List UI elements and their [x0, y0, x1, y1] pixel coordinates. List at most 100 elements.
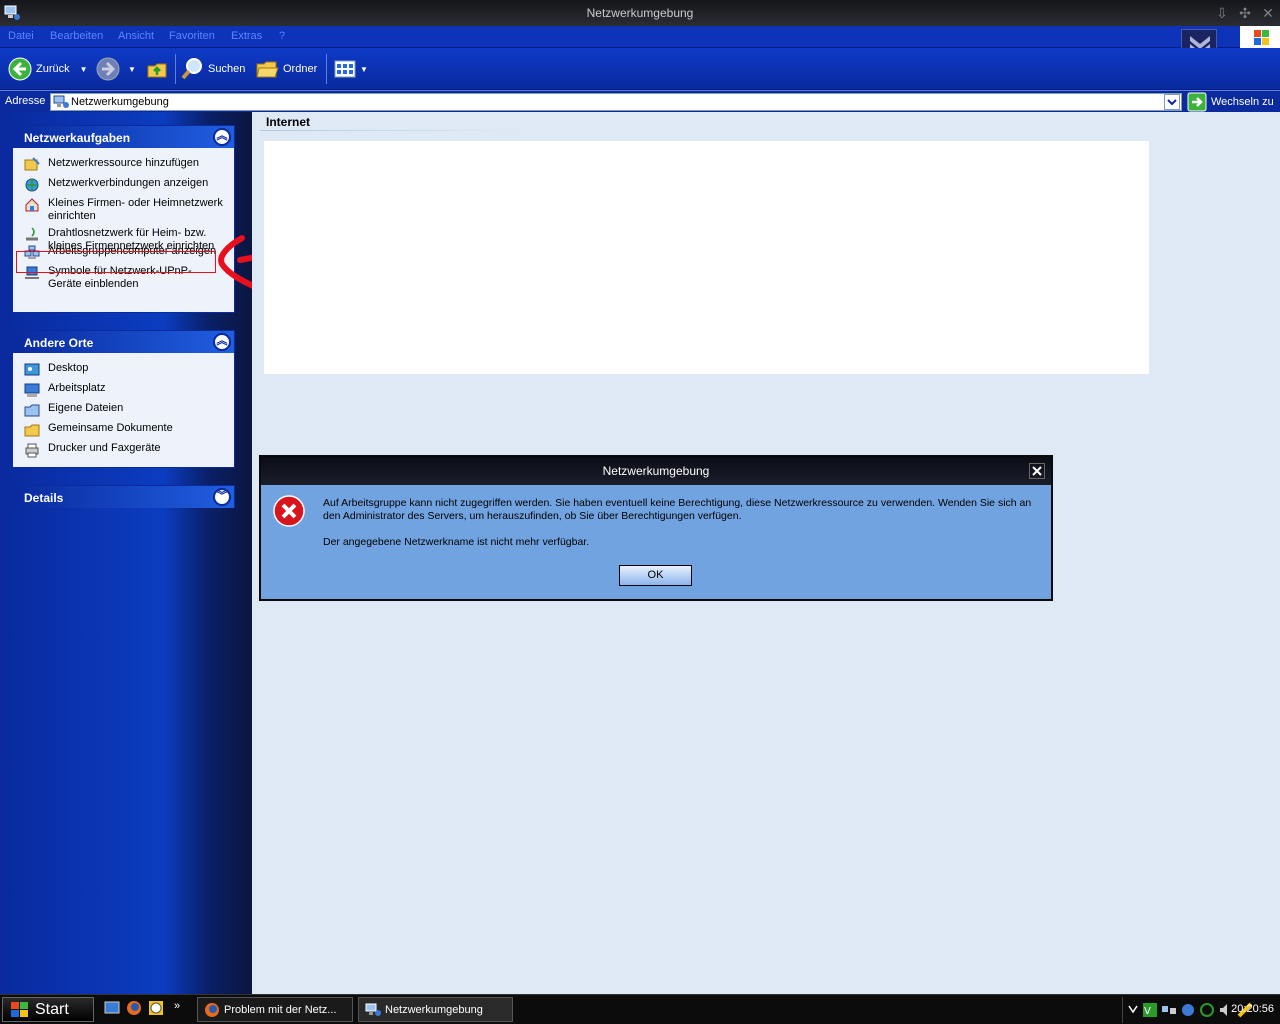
window-title: Netzwerkumgebung [586, 6, 694, 20]
details-title: Details [24, 491, 64, 505]
place-my-computer[interactable]: Arbeitsplatz [13, 382, 234, 402]
network-tasks-title: Netzwerkaufgaben [24, 131, 131, 145]
dialog-titlebar[interactable]: Netzwerkumgebung [261, 457, 1051, 485]
back-button[interactable]: Zurück ▼ [8, 56, 88, 82]
network-tasks-panel: Netzwerkaufgaben ︽ Netzwerkressource hin… [12, 125, 235, 313]
place-label: Drucker und Faxgeräte [48, 442, 161, 454]
close-button[interactable]: ✕ [1259, 4, 1277, 22]
place-label: Eigene Dateien [48, 402, 124, 414]
add-network-place-icon [24, 157, 40, 171]
address-input[interactable]: Netzwerkumgebung [50, 93, 1182, 111]
wireless-tray-icon[interactable] [1199, 1002, 1215, 1018]
up-folder-button[interactable] [146, 56, 168, 82]
address-label: Adresse [5, 95, 46, 107]
start-button[interactable]: Start [2, 997, 94, 1022]
group-title-internet: Internet [266, 115, 311, 129]
place-printers-faxes[interactable]: Drucker und Faxgeräte [13, 442, 234, 462]
task-setup-home-network[interactable]: Kleines Firmen- oder Heimnetzwerk einric… [13, 197, 225, 227]
menu-help[interactable]: ? [279, 30, 285, 42]
details-panel: Details ︾ [12, 485, 235, 508]
address-dropdown-button[interactable] [1164, 94, 1180, 110]
network-places-icon [53, 95, 69, 108]
minimize-icon: ⇩ [1216, 5, 1228, 21]
group-divider [260, 130, 520, 131]
shared-folder-icon [24, 424, 40, 437]
home-network-icon [25, 198, 39, 212]
folder-up-icon [147, 63, 167, 78]
network-tray-icon[interactable] [1161, 1002, 1177, 1018]
ok-button[interactable]: OK [619, 565, 692, 586]
collapse-up-icon[interactable]: ︽ [213, 333, 231, 351]
window-titlebar[interactable]: Netzwerkumgebung ⇩ ✣ ✕ [0, 0, 1280, 26]
maximize-button[interactable]: ✣ [1236, 4, 1254, 22]
go-label: Wechseln zu [1211, 96, 1274, 108]
quick-launch: » [104, 1000, 180, 1016]
other-places-title: Andere Orte [24, 336, 94, 350]
antivirus-icon[interactable]: V [1142, 1002, 1158, 1018]
forward-dropdown-icon[interactable]: ▼ [128, 65, 136, 74]
quick-launch-more-icon[interactable]: » [174, 1000, 180, 1016]
search-button[interactable]: Suchen [180, 56, 245, 82]
task-add-network-resource[interactable]: Netzwerkressource hinzufügen [13, 157, 234, 177]
views-button[interactable]: ▼ [334, 56, 368, 82]
task-view-network-connections[interactable]: Netzwerkverbindungen anzeigen [13, 177, 234, 197]
taskbar-item-firefox[interactable]: Problem mit der Netz... [197, 997, 353, 1022]
search-icon [181, 58, 202, 80]
disk-tray-icon[interactable] [1180, 1002, 1196, 1018]
folders-label: Ordner [283, 63, 318, 75]
folders-button[interactable]: Ordner [255, 56, 317, 82]
back-dropdown-icon[interactable]: ▼ [80, 65, 88, 74]
views-grid-icon [334, 60, 356, 78]
menu-ansicht[interactable]: Ansicht [118, 30, 154, 42]
address-bar: Adresse Netzwerkumgebung Wechseln zu [0, 90, 1280, 112]
tray-expand-icon[interactable] [1127, 1002, 1139, 1018]
menu-extras[interactable]: Extras [231, 30, 262, 42]
task-label: Kleines Firmen- oder Heimnetzwerk einric… [48, 197, 223, 222]
toolbar: Zurück ▼ ▼ Suchen Ordner ▼ [0, 48, 1280, 90]
clock-app-icon[interactable] [148, 1000, 164, 1016]
other-places-panel: Andere Orte ︽ Desktop Arbeitsplatz Eigen… [12, 330, 235, 468]
network-tasks-header[interactable]: Netzwerkaufgaben ︽ [13, 126, 234, 148]
place-desktop[interactable]: Desktop [13, 362, 234, 382]
place-label: Desktop [48, 362, 89, 374]
expand-down-icon[interactable]: ︾ [213, 488, 231, 506]
windows-logo [1240, 26, 1280, 50]
place-label: Gemeinsame Dokumente [48, 422, 173, 434]
file-list-area[interactable] [264, 141, 1149, 374]
network-places-icon [365, 1003, 381, 1016]
svg-text:V: V [1144, 1006, 1151, 1017]
back-arrow-icon [8, 57, 32, 81]
taskbar-item-label: Problem mit der Netz... [224, 1003, 337, 1016]
menu-datei[interactable]: Datei [8, 30, 34, 42]
error-dialog: Netzwerkumgebung Auf Arbeitsgruppe kann … [259, 455, 1053, 601]
firefox-icon[interactable] [126, 1000, 142, 1016]
place-label: Arbeitsplatz [48, 382, 106, 394]
my-computer-icon [24, 383, 40, 397]
back-label: Zurück [36, 63, 70, 75]
forward-button[interactable]: ▼ [96, 56, 136, 82]
dialog-message: Auf Arbeitsgruppe kann nicht zugegriffen… [323, 497, 1032, 522]
go-button[interactable]: Wechseln zu [1187, 92, 1274, 112]
dialog-close-button[interactable] [1029, 463, 1045, 479]
collapse-up-icon[interactable]: ︽ [213, 128, 231, 146]
taskbar-item-network-places[interactable]: Netzwerkumgebung [358, 997, 513, 1022]
menu-bar: Datei Bearbeiten Ansicht Favoriten Extra… [0, 26, 1280, 61]
place-my-documents[interactable]: Eigene Dateien [13, 402, 234, 422]
menu-favoriten[interactable]: Favoriten [169, 30, 215, 42]
place-shared-documents[interactable]: Gemeinsame Dokumente [13, 422, 234, 442]
taskbar-item-label: Netzwerkumgebung [385, 1003, 483, 1016]
close-icon [1029, 463, 1045, 479]
details-header[interactable]: Details ︾ [13, 486, 234, 508]
minimize-button[interactable]: ⇩ [1213, 4, 1231, 22]
my-documents-icon [24, 404, 40, 417]
menu-bearbeiten[interactable]: Bearbeiten [50, 30, 103, 42]
show-desktop-icon[interactable] [104, 1000, 120, 1016]
annotation-highlight-box [16, 251, 216, 273]
address-value: Netzwerkumgebung [71, 96, 169, 108]
printer-icon [25, 443, 39, 458]
search-label: Suchen [208, 63, 246, 75]
desktop-icon [24, 363, 40, 376]
other-places-header[interactable]: Andere Orte ︽ [13, 331, 234, 353]
windows-flag-icon [1254, 30, 1269, 45]
network-connections-icon [25, 178, 39, 192]
